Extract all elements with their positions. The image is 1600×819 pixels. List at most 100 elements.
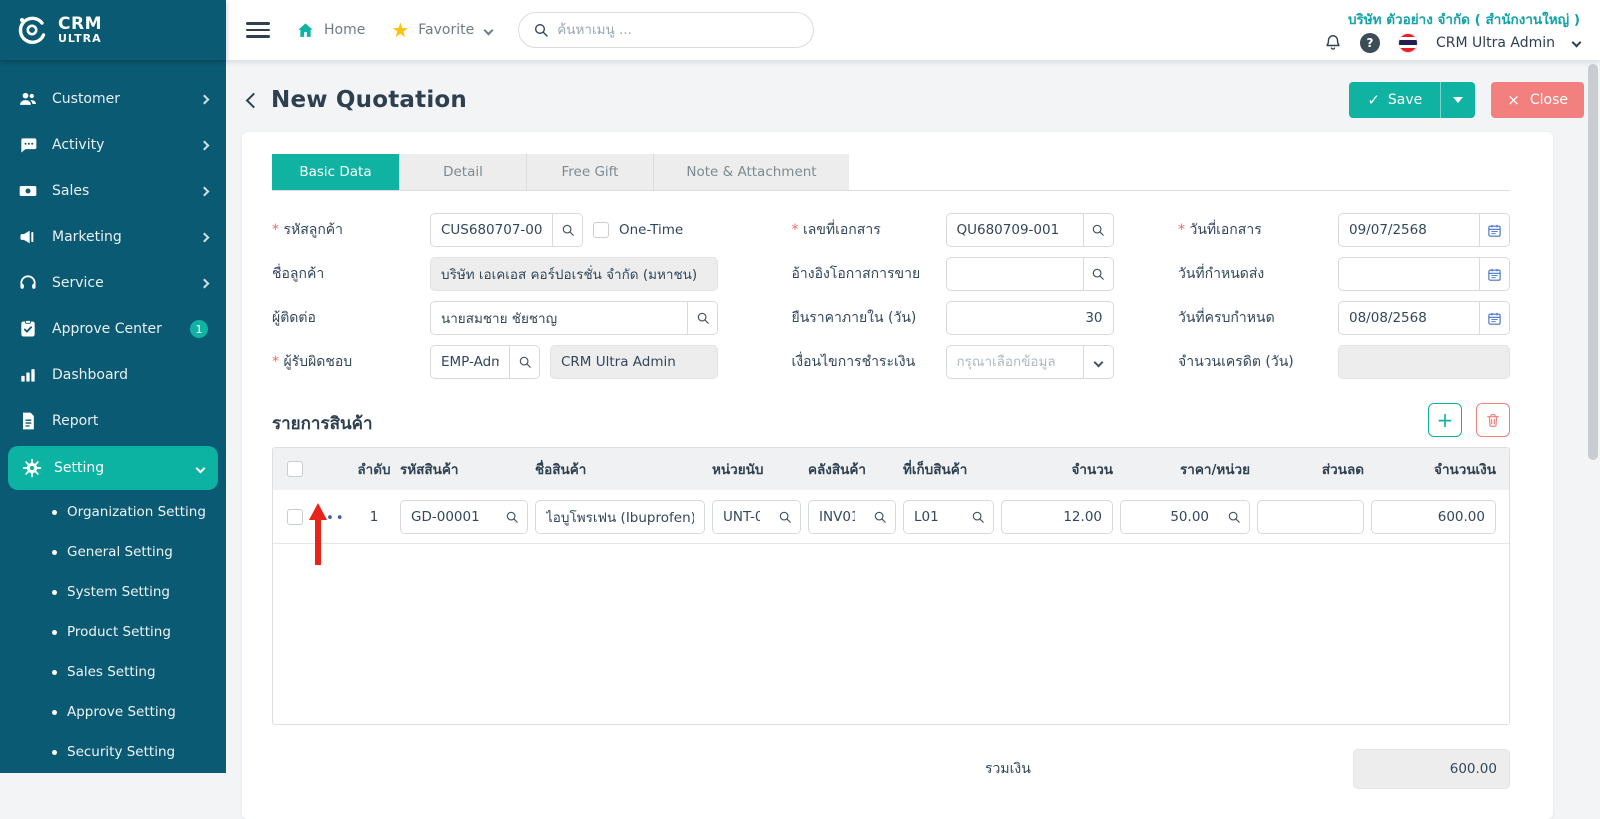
owner-code-input[interactable] (431, 346, 509, 378)
quotation-card: Basic Data Detail Free Gift Note & Attac… (242, 132, 1553, 819)
sidebar-item-setting[interactable]: Setting (8, 446, 218, 490)
save-dropdown-toggle[interactable] (1441, 82, 1475, 118)
topbar: Home ★ Favorite บริษัท ตัวอย่าง จำกัด ( … (226, 0, 1600, 60)
opportunity-input[interactable] (947, 258, 1083, 290)
row-checkbox[interactable] (287, 509, 303, 525)
price-search-icon[interactable] (1219, 501, 1249, 533)
warehouse-input[interactable] (809, 501, 865, 533)
sidebar-item-marketing[interactable]: Marketing (0, 214, 226, 260)
sidebar-subitem-organization-setting[interactable]: Organization Setting (0, 492, 226, 532)
brand-name-top: CRM (58, 16, 102, 33)
save-button[interactable]: ✓Save (1349, 82, 1475, 118)
location-input[interactable] (904, 501, 963, 533)
contact-input[interactable] (431, 302, 687, 334)
customer-code-input[interactable] (431, 214, 552, 246)
sidebar-item-sales[interactable]: Sales (0, 168, 226, 214)
back-icon[interactable] (246, 92, 262, 108)
favorite-menu[interactable]: ★ Favorite (391, 20, 492, 40)
sidebar-item-approve-center[interactable]: Approve Center 1 (0, 306, 226, 352)
search-input[interactable] (557, 22, 799, 38)
tab-free-gift[interactable]: Free Gift (526, 154, 653, 190)
menu-toggle-icon[interactable] (246, 22, 270, 38)
delete-row-button[interactable] (1476, 403, 1510, 437)
brand-name-bottom: ULTRA (58, 33, 102, 44)
home-link[interactable]: Home (296, 21, 365, 40)
doc-no-search-icon[interactable] (1083, 214, 1113, 246)
select-all-checkbox[interactable] (287, 461, 303, 477)
sidebar-item-report[interactable]: Report (0, 398, 226, 444)
table-row: ••• 1 (273, 490, 1509, 544)
doc-no-field (946, 213, 1114, 247)
user-menu-label[interactable]: CRM Ultra Admin (1436, 35, 1555, 51)
payment-terms-input[interactable] (947, 346, 1083, 378)
sidebar-subitem-product-setting[interactable]: Product Setting (0, 612, 226, 652)
product-code-input[interactable] (401, 501, 497, 533)
quantity-input[interactable] (1002, 501, 1112, 533)
calendar-icon[interactable] (1479, 214, 1509, 246)
tab-detail[interactable]: Detail (399, 154, 526, 190)
sidebar-subitem-approve-setting[interactable]: Approve Setting (0, 692, 226, 732)
sidebar-subitem-general-setting[interactable]: General Setting (0, 532, 226, 572)
sidebar-subitem-security-setting[interactable]: Security Setting (0, 732, 226, 772)
product-code-search-icon[interactable] (497, 501, 527, 533)
brand[interactable]: CRM ULTRA (0, 0, 226, 60)
unit-input[interactable] (713, 501, 770, 533)
sidebar-subitem-label: Approve Setting (67, 704, 176, 720)
bullet-icon (52, 510, 57, 515)
bullet-icon (52, 670, 57, 675)
payment-terms-dropdown-icon[interactable] (1083, 346, 1113, 378)
one-time-label: One-Time (619, 222, 683, 238)
subtotal-value: 600.00 (1353, 749, 1510, 789)
product-name-input[interactable] (536, 501, 704, 533)
delivery-date-input[interactable] (1339, 258, 1479, 290)
one-time-checkbox[interactable] (593, 222, 609, 238)
due-date-input[interactable] (1339, 302, 1479, 334)
col-quantity: จำนวน (1001, 458, 1113, 480)
headset-icon (18, 273, 38, 293)
owner-search-icon[interactable] (509, 346, 539, 378)
calendar-icon[interactable] (1479, 302, 1509, 334)
items-table: ลำดับ รหัสสินค้า ชื่อสินค้า หน่วยนับ คลั… (272, 447, 1510, 725)
add-row-button[interactable]: + (1428, 403, 1462, 437)
sidebar: CRM ULTRA Customer Activity Sales (0, 0, 226, 773)
sidebar-subitem-label: Sales Setting (67, 664, 156, 680)
discount-input[interactable] (1258, 501, 1363, 533)
doc-no-input[interactable] (947, 214, 1083, 246)
tab-basic-data[interactable]: Basic Data (272, 154, 399, 190)
unit-price-input[interactable] (1121, 501, 1219, 533)
calendar-icon[interactable] (1479, 258, 1509, 290)
scrollbar-thumb[interactable] (1588, 64, 1598, 460)
sidebar-item-service[interactable]: Service (0, 260, 226, 306)
sidebar-subitem-sales-setting[interactable]: Sales Setting (0, 652, 226, 692)
sidebar-item-dashboard[interactable]: Dashboard (0, 352, 226, 398)
location-search-icon[interactable] (963, 501, 993, 533)
contact-label: ผู้ติดต่อ (272, 307, 430, 329)
star-icon: ★ (391, 20, 409, 40)
sidebar-subitem-system-setting[interactable]: System Setting (0, 572, 226, 612)
opportunity-search-icon[interactable] (1083, 258, 1113, 290)
valid-days-input[interactable] (947, 302, 1113, 334)
language-flag-icon[interactable] (1398, 33, 1418, 53)
col-discount: ส่วนลด (1257, 458, 1364, 480)
col-product-name: ชื่อสินค้า (535, 458, 705, 480)
payment-terms-select[interactable] (946, 345, 1114, 379)
row-menu-icon[interactable]: ••• (316, 511, 345, 526)
close-button[interactable]: ×Close (1491, 82, 1584, 118)
contact-search-icon[interactable] (687, 302, 717, 334)
warehouse-search-icon[interactable] (865, 501, 895, 533)
customer-name-value: บริษัท เอเคเอส คอร์ปอเรชั่น จำกัด (มหาชน… (430, 257, 718, 291)
notifications-bell-icon[interactable] (1324, 33, 1342, 52)
payment-terms-label: เงื่อนไขการชำระเงิน (792, 351, 946, 373)
customer-code-search-icon[interactable] (552, 214, 582, 246)
help-icon[interactable]: ? (1360, 33, 1380, 53)
tab-note-attachment[interactable]: Note & Attachment (653, 154, 849, 190)
sidebar-item-label: Approve Center (52, 321, 176, 337)
amount-input[interactable] (1372, 501, 1495, 533)
col-amount: จำนวนเงิน (1371, 458, 1496, 480)
unit-search-icon[interactable] (770, 501, 800, 533)
doc-date-input[interactable] (1339, 214, 1479, 246)
sidebar-item-label: Sales (52, 183, 187, 199)
sidebar-item-customer[interactable]: Customer (0, 76, 226, 122)
sidebar-item-activity[interactable]: Activity (0, 122, 226, 168)
unit-price-field (1120, 500, 1250, 534)
